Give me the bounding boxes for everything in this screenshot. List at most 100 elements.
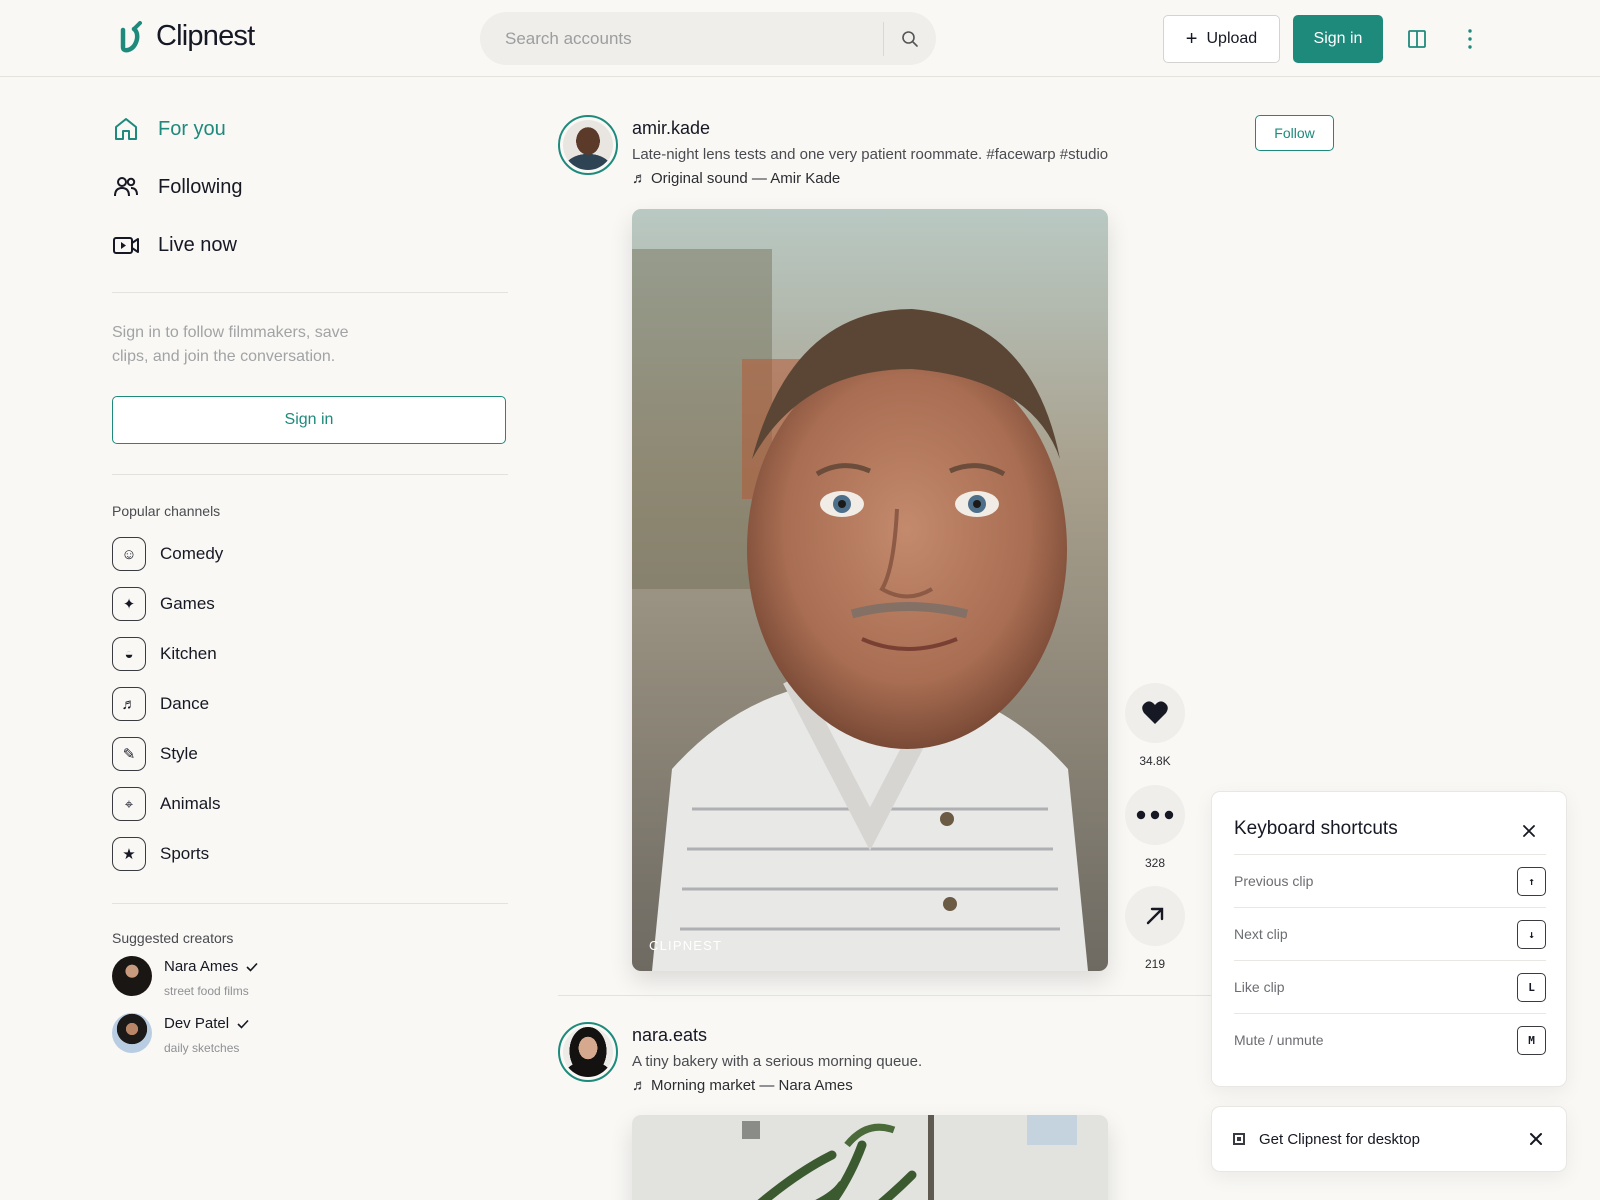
suggested-creators-title: Suggested creators	[112, 930, 234, 946]
desktop-app-icon	[1233, 1133, 1245, 1145]
avatar	[563, 1027, 613, 1077]
paw-icon: ⌖	[112, 787, 146, 821]
video-player[interactable]	[632, 1115, 1108, 1200]
people-icon	[112, 173, 140, 201]
like-action: 34.8K	[1125, 683, 1185, 768]
creator-item[interactable]: Dev Patel daily sketches	[112, 1013, 508, 1070]
shortcut-label: Previous clip	[1234, 873, 1314, 889]
channel-sports[interactable]: ★ Sports	[112, 829, 508, 879]
shortcuts-list: Previous clip ↑ Next clip ↓ Like clip L …	[1234, 854, 1546, 1066]
post-sound[interactable]: ♬ Morning market — Nara Ames	[632, 1077, 853, 1094]
creator-item[interactable]: Nara Ames street food films	[112, 956, 508, 1013]
verified-check-icon	[246, 962, 258, 972]
upload-label: Upload	[1206, 30, 1258, 47]
post-sound[interactable]: ♬ Original sound — Amir Kade	[632, 170, 840, 187]
caption-text: Late-night lens tests and one very patie…	[632, 146, 983, 163]
brand-name: Clipnest	[156, 20, 255, 52]
creator-name-row: Nara Ames	[164, 958, 258, 975]
top-header: Clipnest + Upload Sign in	[0, 0, 1600, 77]
post-avatar[interactable]	[558, 1022, 618, 1082]
share-count: 219	[1144, 957, 1166, 971]
creator-name-row: Dev Patel	[164, 1015, 249, 1032]
hashtag-links[interactable]: #facewarp #studio	[986, 146, 1108, 163]
home-icon	[112, 115, 140, 143]
search-bar	[480, 12, 936, 65]
avatar	[112, 956, 152, 996]
desktop-app-banner: Get Clipnest for desktop	[1211, 1106, 1567, 1172]
brand-logo[interactable]: Clipnest	[118, 20, 255, 53]
sparkle-icon: ✦	[112, 587, 146, 621]
creator-name: Nara Ames	[164, 958, 239, 975]
nav-label: Following	[158, 175, 243, 198]
video-frame	[632, 1115, 1108, 1200]
post-caption: A tiny bakery with a serious morning que…	[632, 1053, 922, 1070]
comment-action: 328	[1125, 785, 1185, 870]
video-player[interactable]: CLIPNEST	[632, 209, 1108, 971]
sound-label: Original sound — Amir Kade	[651, 170, 841, 187]
channel-style[interactable]: ✎ Style	[112, 729, 508, 779]
arrow-up-key: ↑	[1517, 866, 1546, 896]
nav-for-you[interactable]: For you	[112, 100, 508, 158]
sidebar-divider	[112, 474, 508, 475]
share-arrow-icon	[1146, 907, 1164, 925]
split-panel-icon[interactable]	[1406, 28, 1428, 50]
m-key: M	[1517, 1025, 1546, 1055]
shortcut-label: Like clip	[1234, 979, 1285, 995]
creator-subtitle: daily sketches	[164, 1041, 240, 1055]
more-options-icon[interactable]	[1462, 26, 1478, 52]
shortcut-row: Previous clip ↑	[1234, 854, 1546, 907]
sidebar-divider	[112, 903, 508, 904]
post-username[interactable]: nara.eats	[632, 1025, 707, 1046]
search-icon	[902, 30, 918, 47]
music-note-icon: ♬	[632, 170, 647, 187]
close-icon[interactable]	[1520, 822, 1538, 840]
channel-label: Dance	[160, 694, 210, 713]
arrow-down-key: ↓	[1517, 919, 1546, 949]
like-count: 34.8K	[1139, 754, 1171, 768]
signin-note: Sign in to follow filmmakers, save clips…	[112, 324, 349, 365]
sidebar: For you Following Live now Sign in to fo…	[112, 100, 508, 1070]
channel-comedy[interactable]: ☺ Comedy	[112, 529, 508, 579]
upload-button[interactable]: + Upload	[1163, 15, 1280, 63]
video-watermark: CLIPNEST	[649, 938, 723, 953]
close-icon[interactable]	[1528, 1131, 1544, 1147]
search-input[interactable]	[480, 12, 883, 65]
post-username[interactable]: amir.kade	[632, 118, 710, 139]
search-button[interactable]	[884, 12, 936, 65]
channel-dance[interactable]: ♬ Dance	[112, 679, 508, 729]
avatar	[112, 1013, 152, 1053]
clipnest-logo-icon	[120, 20, 142, 52]
smiley-icon: ☺	[112, 537, 146, 571]
desktop-app-link[interactable]: Get Clipnest for desktop	[1259, 1131, 1528, 1148]
avatar	[563, 120, 613, 170]
creator-subtitle: street food films	[164, 984, 249, 998]
shortcut-row: Mute / unmute M	[1234, 1013, 1546, 1066]
sidebar-signin-button[interactable]: Sign in	[112, 396, 506, 444]
keyboard-shortcuts-panel: Keyboard shortcuts Previous clip ↑ Next …	[1211, 791, 1567, 1087]
nav-live-now[interactable]: Live now	[112, 216, 508, 274]
header-signin-button[interactable]: Sign in	[1293, 15, 1383, 63]
sidebar-divider	[112, 292, 508, 293]
channel-label: Style	[160, 744, 198, 763]
channel-animals[interactable]: ⌖ Animals	[112, 779, 508, 829]
channel-kitchen[interactable]: ◒ Kitchen	[112, 629, 508, 679]
channel-label: Games	[160, 594, 215, 613]
comment-count: 328	[1144, 856, 1166, 870]
comment-button[interactable]	[1125, 785, 1185, 845]
share-button[interactable]	[1125, 886, 1185, 946]
post-avatar[interactable]	[558, 115, 618, 175]
follow-button[interactable]: Follow	[1255, 115, 1334, 151]
like-button[interactable]	[1125, 683, 1185, 743]
bowl-icon: ◒	[112, 637, 146, 671]
shortcut-label: Mute / unmute	[1234, 1032, 1324, 1048]
channel-label: Sports	[160, 844, 210, 863]
channel-games[interactable]: ✦ Games	[112, 579, 508, 629]
popular-channels-title: Popular channels	[112, 503, 221, 519]
nav-following[interactable]: Following	[112, 158, 508, 216]
channel-label: Animals	[160, 794, 221, 813]
shortcut-label: Next clip	[1234, 926, 1288, 942]
plus-icon: +	[1185, 28, 1198, 50]
nav-label: Live now	[158, 233, 237, 256]
heart-icon	[1142, 701, 1168, 724]
channel-label: Comedy	[160, 544, 224, 563]
